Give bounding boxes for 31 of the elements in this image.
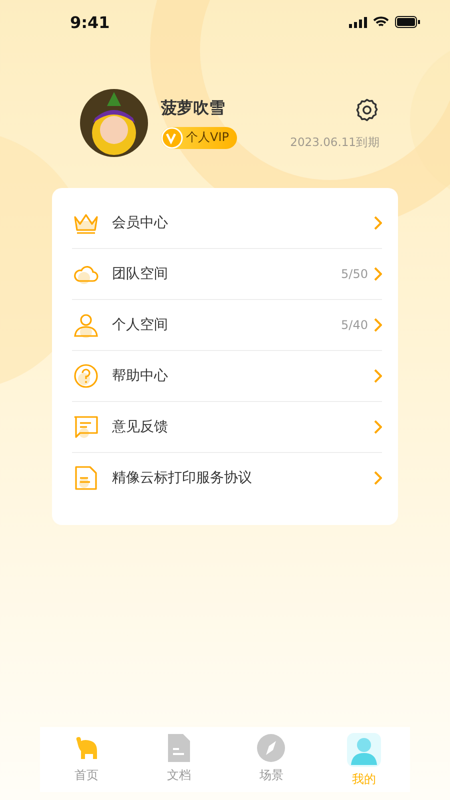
chat-icon (72, 413, 100, 441)
document-icon (72, 464, 100, 492)
menu-item[interactable]: 意见反馈 (72, 402, 382, 453)
item-count: 5/50 (341, 267, 368, 281)
chevron-icon (374, 369, 382, 383)
settings-icon[interactable] (354, 96, 380, 122)
help-icon (72, 362, 100, 390)
vip-badge: 个人VIP (161, 126, 237, 148)
chevron-icon (374, 318, 382, 332)
chevron-icon (374, 267, 382, 281)
chevron-icon (374, 216, 382, 230)
status-time: 9:41 (70, 12, 110, 32)
item-count: 5/40 (341, 318, 368, 332)
chevron-icon (374, 420, 382, 434)
person-icon (72, 311, 100, 339)
expiry-date: 2023.06.11到期 (290, 134, 380, 150)
chevron-icon (374, 471, 382, 485)
user-name: 菠萝吹雪 (161, 98, 226, 118)
menu-item[interactable]: 团队空间 5/50 (72, 249, 382, 300)
avatar-icon (79, 88, 149, 158)
menu-item[interactable]: 帮助中心 (72, 351, 382, 402)
wifi-icon (373, 16, 389, 28)
compass-icon (256, 733, 286, 763)
battery-icon (395, 16, 420, 28)
person-icon (346, 733, 381, 767)
vip-icon (161, 126, 183, 148)
menu-item[interactable]: 会员中心 (72, 198, 382, 249)
menu-item[interactable]: 精像云标打印服务协议 (72, 453, 382, 503)
menu-item[interactable]: 个人空间 5/40 (72, 300, 382, 351)
document-icon (166, 733, 192, 763)
signal-icon (349, 16, 367, 28)
